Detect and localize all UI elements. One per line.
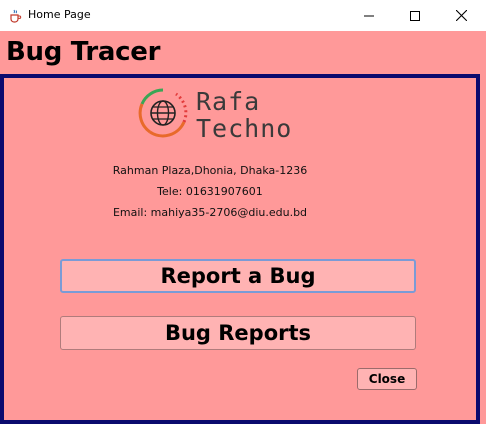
main-content: Bug Tracer Rafa Techno Rahman Plaza,Dhon… [0,31,486,424]
minimize-icon [364,11,374,21]
app-title: Bug Tracer [6,37,161,67]
report-bug-button[interactable]: Report a Bug [60,259,416,293]
address-text: Rahman Plaza,Dhonia, Dhaka-1236 [112,164,308,177]
maximize-icon [410,10,420,21]
window-title: Home Page [28,8,91,21]
email-text: Email: mahiya35-2706@diu.edu.bd [112,206,308,219]
company-logo: Rafa Techno [136,86,316,146]
close-button[interactable]: Close [357,368,417,390]
phone-text: Tele: 01631907601 [157,185,263,198]
logo-wordmark: Rafa Techno [196,88,292,142]
globe-icon [136,86,190,144]
window-titlebar: Home Page [0,0,486,32]
bug-reports-button[interactable]: Bug Reports [60,316,416,350]
java-cup-icon [8,8,22,23]
home-panel: Rafa Techno Rahman Plaza,Dhonia, Dhaka-1… [0,74,480,424]
close-icon [455,10,467,21]
minimize-button[interactable] [346,0,392,31]
logo-line-2: Techno [196,114,293,143]
logo-line-1: Rafa [196,87,261,116]
maximize-button[interactable] [392,0,438,31]
window-close-button[interactable] [438,0,484,31]
